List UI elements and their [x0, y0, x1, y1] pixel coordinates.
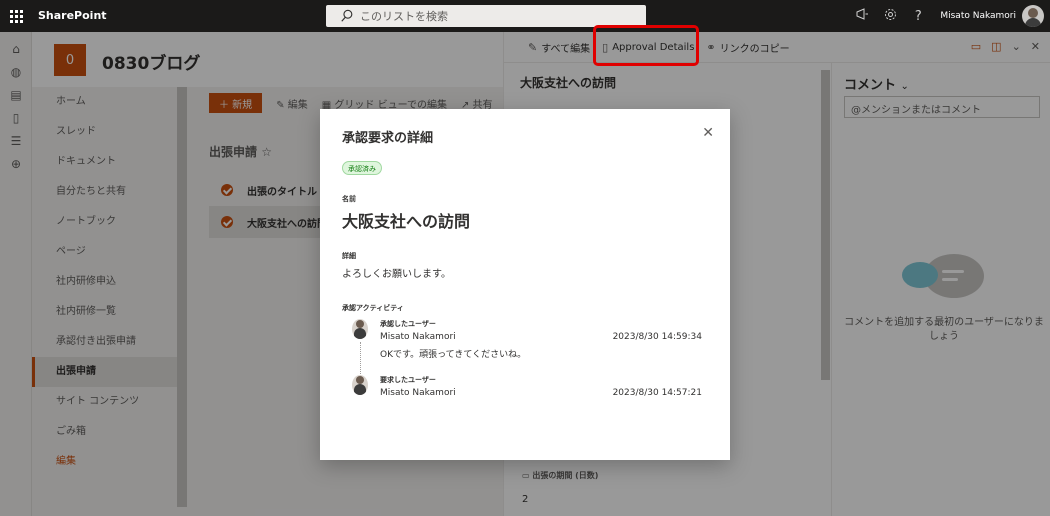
dialog-title: 承認要求の詳細 [342, 131, 434, 146]
search-input[interactable]: このリストを検索 [326, 5, 646, 27]
request-name: 大阪支社への訪問 [342, 212, 471, 231]
request-details: よろしくお願いします。 [342, 269, 451, 280]
status-badge: 承認済み [342, 161, 382, 175]
gear-icon[interactable] [876, 8, 904, 25]
app-launcher-icon[interactable] [0, 0, 32, 32]
activity-item: 承認したユーザー Misato Nakamori OKです。頑張ってきてください… [342, 319, 712, 364]
activity-timestamp: 2023/8/30 14:57:21 [612, 388, 702, 398]
activity-role: 要求したユーザー [380, 376, 436, 384]
name-label: 名前 [342, 195, 356, 203]
activity-item: 要求したユーザー Misato Nakamori 2023/8/30 14:57… [342, 375, 712, 405]
close-icon[interactable]: ✕ [702, 125, 714, 141]
user-avatar[interactable] [1022, 5, 1044, 27]
activity-user: Misato Nakamori [380, 332, 456, 342]
search-placeholder: このリストを検索 [360, 10, 448, 23]
brand-name[interactable]: SharePoint [38, 9, 107, 22]
search-icon [341, 9, 353, 22]
suite-bar: SharePoint このリストを検索 ? Misato Nakamori [0, 0, 1050, 32]
megaphone-icon[interactable] [848, 8, 876, 24]
details-label: 詳細 [342, 252, 356, 260]
activity-user: Misato Nakamori [380, 388, 456, 398]
help-icon[interactable]: ? [904, 9, 932, 24]
activity-role: 承認したユーザー [380, 320, 436, 328]
approval-details-dialog: 承認要求の詳細 ✕ 承認済み 名前 大阪支社への訪問 詳細 よろしくお願いします… [320, 109, 730, 460]
activity-comment: OKです。頑張ってきてくださいね。 [380, 350, 527, 360]
avatar [352, 319, 368, 339]
activity-label: 承認アクティビティ [342, 304, 404, 312]
top-right-icons: ? Misato Nakamori [848, 0, 1050, 32]
avatar [352, 375, 368, 395]
activity-timestamp: 2023/8/30 14:59:34 [612, 332, 702, 342]
user-name[interactable]: Misato Nakamori [940, 11, 1016, 21]
